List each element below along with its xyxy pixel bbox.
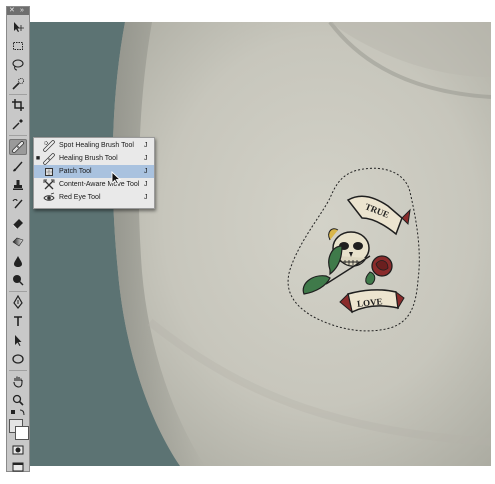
blur-tool-icon[interactable] [9, 253, 27, 269]
expand-panel-icon[interactable]: » [20, 7, 24, 15]
ellipse-tool-icon[interactable] [9, 351, 27, 367]
mouse-pointer-icon [111, 171, 121, 185]
quick-selection-tool-icon[interactable] [9, 76, 27, 92]
eyedropper-tool-icon[interactable] [9, 116, 27, 132]
red-eye-icon [42, 192, 56, 204]
menu-item-content-aware-move[interactable]: Content-Aware Move Tool J [34, 178, 154, 191]
healing-tools-flyout-menu: Spot Healing Brush Tool J ■ Healing Brus… [33, 137, 155, 209]
crop-tool-icon[interactable] [9, 97, 27, 113]
path-selection-tool-icon[interactable] [9, 332, 27, 348]
quick-mask-icon[interactable] [9, 442, 27, 458]
history-brush-tool-icon[interactable] [9, 196, 27, 212]
brush-tool-icon[interactable] [9, 158, 27, 174]
clone-stamp-tool-icon[interactable] [9, 177, 27, 193]
dodge-tool-icon[interactable] [9, 272, 27, 288]
color-swatches-icon[interactable] [9, 419, 29, 441]
menu-item-spot-healing-brush[interactable]: Spot Healing Brush Tool J [34, 139, 154, 152]
eraser-tool-icon[interactable] [9, 215, 27, 231]
healing-brush-tool-icon[interactable] [9, 139, 27, 155]
marquee-tool-icon[interactable] [9, 38, 27, 54]
hand-tool-icon[interactable] [9, 373, 27, 389]
healing-brush-icon [42, 152, 56, 165]
screen-mode-icon[interactable] [9, 459, 27, 475]
lasso-tool-icon[interactable] [9, 57, 27, 73]
tools-panel: ✕ » [6, 6, 30, 472]
current-tool-bullet: ■ [35, 155, 41, 162]
patch-tool-icon [42, 166, 56, 178]
document-canvas[interactable]: TRUE LOVE [30, 22, 491, 466]
zoom-tool-icon[interactable] [9, 392, 27, 408]
gradient-tool-icon[interactable] [9, 234, 27, 250]
content-aware-move-icon [42, 179, 56, 191]
menu-item-red-eye[interactable]: Red Eye Tool J [34, 191, 154, 204]
menu-item-healing-brush[interactable]: ■ Healing Brush Tool J [34, 152, 154, 165]
swap-colors-icon[interactable] [9, 407, 27, 419]
move-tool-icon[interactable] [9, 19, 27, 35]
tools-panel-header[interactable]: ✕ » [7, 7, 29, 15]
close-panel-icon[interactable]: ✕ [9, 7, 15, 15]
spot-healing-brush-icon [42, 139, 56, 152]
type-tool-icon[interactable] [9, 313, 27, 329]
photo-torso: TRUE LOVE [112, 22, 491, 466]
menu-item-patch-tool[interactable]: Patch Tool J [34, 165, 154, 178]
pen-tool-icon[interactable] [9, 294, 27, 310]
